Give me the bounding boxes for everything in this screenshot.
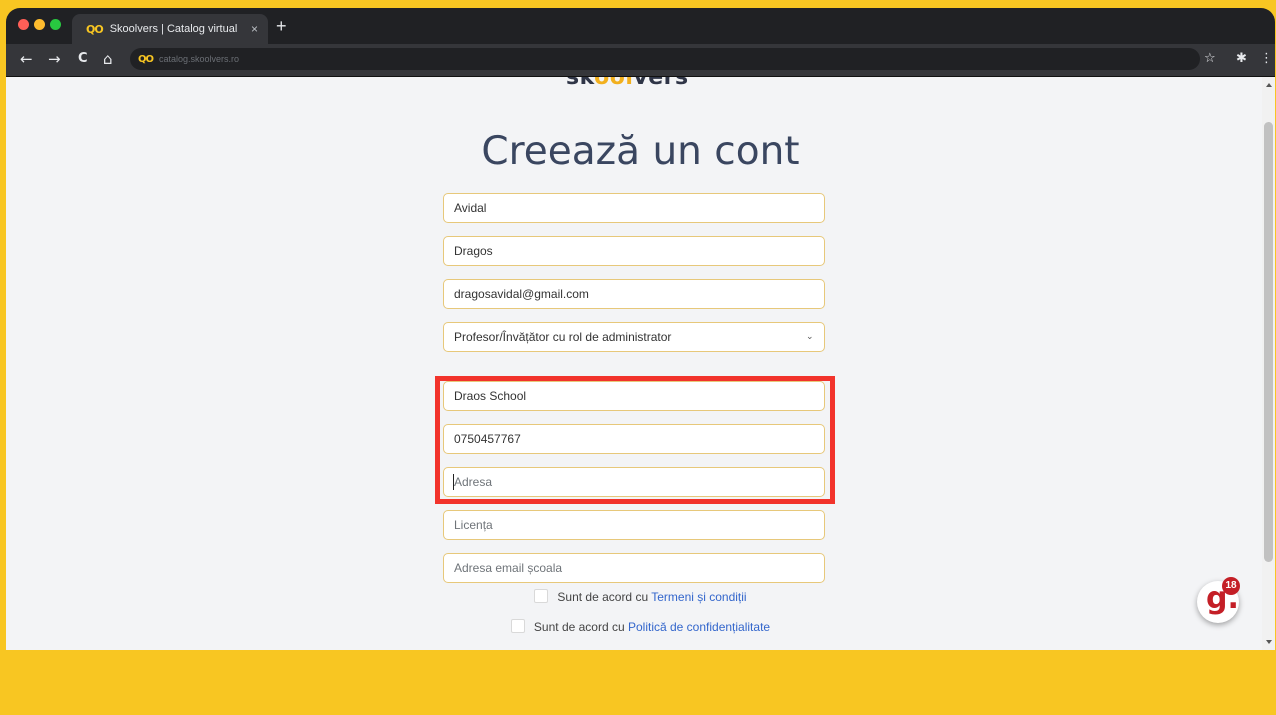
email-input[interactable] bbox=[443, 279, 825, 309]
browser-toolbar: ← → C ⌂ QO catalog.skoolvers.ro ☆ ✱ ⋮ bbox=[6, 44, 1275, 77]
tab-title: Skoolvers | Catalog virtual bbox=[109, 23, 238, 35]
skoolvers-logo: skoolvers bbox=[566, 77, 689, 90]
phone-input[interactable] bbox=[443, 424, 825, 454]
browser-menu-icon[interactable]: ⋮ bbox=[1260, 51, 1273, 66]
page-scrollbar[interactable] bbox=[1262, 77, 1275, 650]
back-arrow-icon[interactable]: ← bbox=[20, 50, 33, 68]
extensions-puzzle-icon[interactable]: ✱ bbox=[1236, 51, 1247, 66]
page-title: Creează un cont bbox=[481, 129, 800, 174]
url-text: catalog.skoolvers.ro bbox=[159, 54, 240, 64]
page-viewport: skoolvers Creează un cont Profesor/Învăț… bbox=[6, 77, 1275, 650]
site-favicon-icon: QO bbox=[138, 53, 154, 65]
badge-count: 18 bbox=[1222, 577, 1240, 595]
maximize-window-button[interactable] bbox=[50, 19, 61, 30]
terms-checkbox[interactable] bbox=[534, 589, 549, 603]
new-tab-button[interactable]: + bbox=[276, 17, 287, 35]
terms-row: Sunt de acord cu Termeni și condiții bbox=[6, 589, 1275, 604]
screen-frame: QO Skoolvers | Catalog virtual × + ← → C… bbox=[6, 8, 1275, 714]
reload-icon[interactable]: C bbox=[78, 50, 88, 68]
logo-text-highlight: ool bbox=[594, 77, 634, 90]
forward-arrow-icon[interactable]: → bbox=[48, 50, 61, 68]
address-bar[interactable]: QO catalog.skoolvers.ro bbox=[130, 48, 1200, 70]
privacy-link[interactable]: Politică de confidențialitate bbox=[628, 620, 770, 634]
home-icon[interactable]: ⌂ bbox=[103, 50, 113, 68]
scrollbar-thumb[interactable] bbox=[1264, 122, 1273, 562]
first-name-input[interactable] bbox=[443, 236, 825, 266]
close-window-button[interactable] bbox=[18, 19, 29, 30]
scroll-down-arrow-icon[interactable] bbox=[1266, 640, 1272, 644]
logo-text-start: sk bbox=[566, 77, 595, 90]
school-name-input[interactable] bbox=[443, 381, 825, 411]
logo-text-end: vers bbox=[633, 77, 689, 90]
chevron-down-icon: ⌄ bbox=[806, 332, 814, 342]
bookmark-star-icon[interactable]: ☆ bbox=[1204, 51, 1216, 66]
school-email-input[interactable] bbox=[443, 553, 825, 583]
role-select-value: Profesor/Învățător cu rol de administrat… bbox=[454, 330, 672, 344]
license-input[interactable] bbox=[443, 510, 825, 540]
address-input[interactable] bbox=[443, 467, 825, 497]
privacy-label: Sunt de acord cu bbox=[533, 620, 628, 634]
privacy-checkbox[interactable] bbox=[510, 619, 525, 633]
last-name-input[interactable] bbox=[443, 193, 825, 223]
browser-tab-bar: QO Skoolvers | Catalog virtual × + bbox=[6, 8, 1275, 44]
terms-link[interactable]: Termeni și condiții bbox=[651, 590, 746, 604]
notification-badge-button[interactable]: g. 18 bbox=[1197, 577, 1240, 623]
skoolvers-favicon-icon: QO bbox=[86, 22, 104, 36]
role-select[interactable]: Profesor/Învățător cu rol de administrat… bbox=[443, 322, 825, 352]
minimize-window-button[interactable] bbox=[34, 19, 45, 30]
scroll-up-arrow-icon[interactable] bbox=[1266, 83, 1272, 87]
terms-label: Sunt de acord cu bbox=[557, 590, 652, 604]
text-cursor bbox=[453, 474, 454, 490]
browser-tab-active[interactable]: QO Skoolvers | Catalog virtual × bbox=[72, 14, 268, 44]
tab-close-icon[interactable]: × bbox=[251, 22, 258, 36]
privacy-row: Sunt de acord cu Politică de confidenția… bbox=[6, 619, 1275, 634]
